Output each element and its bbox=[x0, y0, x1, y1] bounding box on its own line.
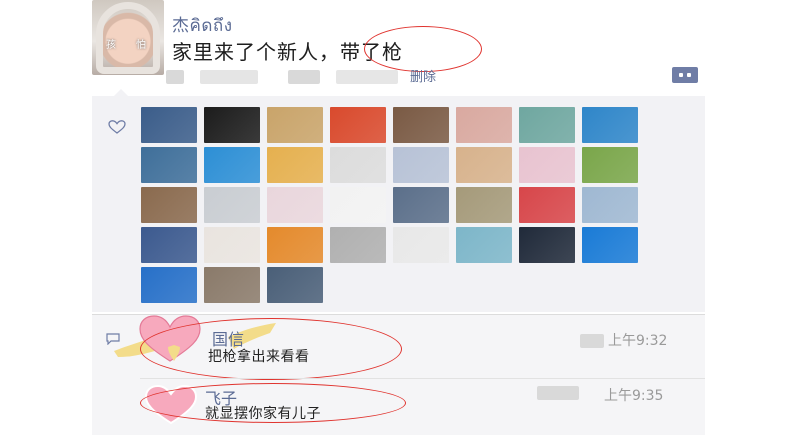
liker-avatar[interactable] bbox=[582, 147, 638, 183]
liker-avatar[interactable] bbox=[141, 227, 197, 263]
divider bbox=[140, 378, 705, 379]
liker-avatar-grid bbox=[141, 107, 645, 303]
liker-avatar[interactable] bbox=[456, 147, 512, 183]
highlight-ring bbox=[140, 383, 406, 423]
liker-avatar[interactable] bbox=[456, 187, 512, 223]
liker-avatar[interactable] bbox=[330, 227, 386, 263]
liker-avatar[interactable] bbox=[204, 147, 260, 183]
liker-avatar[interactable] bbox=[393, 107, 449, 143]
avatar-tag-right: 怕 bbox=[136, 40, 146, 51]
liker-avatar[interactable] bbox=[330, 147, 386, 183]
liker-avatar[interactable] bbox=[330, 187, 386, 223]
blurred-source bbox=[336, 70, 398, 84]
liker-avatar[interactable] bbox=[456, 107, 512, 143]
comment-time: 上午9:32 bbox=[608, 333, 668, 349]
liker-avatar[interactable] bbox=[267, 147, 323, 183]
liker-avatar[interactable] bbox=[330, 107, 386, 143]
heart-icon bbox=[108, 120, 126, 134]
liker-avatar[interactable] bbox=[267, 107, 323, 143]
liker-avatar[interactable] bbox=[519, 147, 575, 183]
liker-avatar[interactable] bbox=[204, 187, 260, 223]
liker-avatar[interactable] bbox=[393, 227, 449, 263]
liker-avatar[interactable] bbox=[141, 187, 197, 223]
highlight-ring bbox=[140, 318, 402, 380]
more-icon[interactable] bbox=[672, 67, 698, 83]
liker-avatar[interactable] bbox=[204, 107, 260, 143]
liker-avatar[interactable] bbox=[519, 227, 575, 263]
post-username[interactable]: 杰คิดถึง bbox=[172, 11, 233, 39]
liker-avatar[interactable] bbox=[267, 227, 323, 263]
liker-avatar[interactable] bbox=[393, 187, 449, 223]
avatar-tag-left: 孩 bbox=[106, 40, 116, 51]
comment-time: 上午9:35 bbox=[604, 388, 664, 404]
blurred-time bbox=[200, 70, 258, 84]
liker-avatar[interactable] bbox=[393, 147, 449, 183]
liker-avatar[interactable] bbox=[456, 227, 512, 263]
liker-avatar[interactable] bbox=[204, 267, 260, 303]
liker-avatar[interactable] bbox=[582, 107, 638, 143]
liker-avatar[interactable] bbox=[141, 267, 197, 303]
liker-avatar[interactable] bbox=[519, 187, 575, 223]
delete-link[interactable]: 删除 bbox=[410, 66, 436, 85]
avatar[interactable]: 孩 怕 bbox=[92, 0, 164, 75]
liker-avatar[interactable] bbox=[267, 267, 323, 303]
blurred-time bbox=[537, 386, 579, 400]
moments-post: 孩 怕 杰คิดถึง 家里来了个新人，带了枪 删除 国信 把枪拿出来看看 上午… bbox=[0, 0, 810, 435]
liker-avatar[interactable] bbox=[582, 187, 638, 223]
liker-avatar[interactable] bbox=[141, 147, 197, 183]
blurred-time bbox=[580, 334, 604, 348]
liker-avatar[interactable] bbox=[267, 187, 323, 223]
liker-avatar[interactable] bbox=[141, 107, 197, 143]
liker-avatar[interactable] bbox=[519, 107, 575, 143]
blurred-source bbox=[288, 70, 320, 84]
liker-avatar[interactable] bbox=[204, 227, 260, 263]
blurred-time bbox=[166, 70, 184, 84]
liker-avatar[interactable] bbox=[582, 227, 638, 263]
